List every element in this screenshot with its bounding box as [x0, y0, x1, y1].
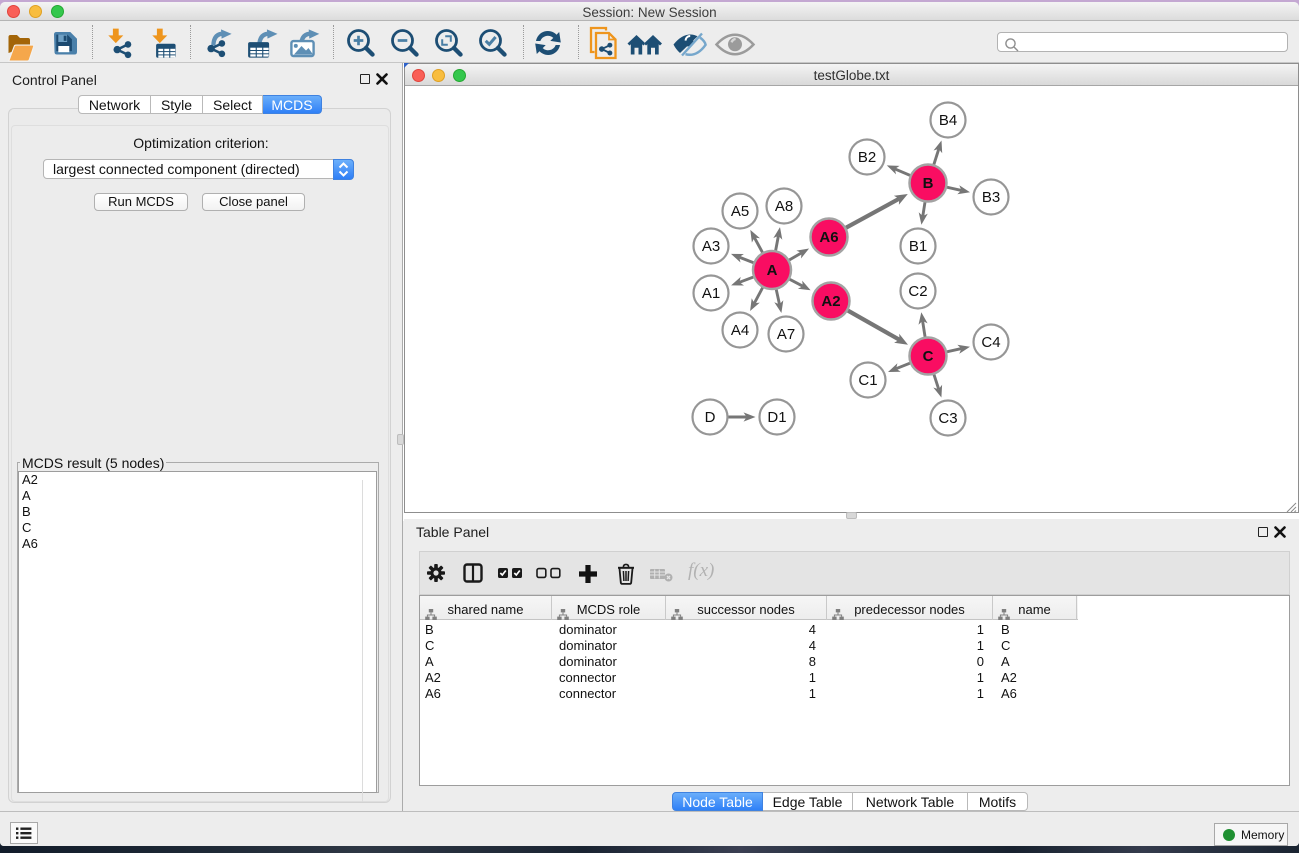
svg-text:A4: A4 — [731, 322, 749, 339]
svg-text:C4: C4 — [981, 334, 1000, 351]
svg-text:B: B — [923, 175, 934, 192]
svg-text:B1: B1 — [909, 238, 927, 255]
svg-text:A5: A5 — [731, 203, 749, 220]
svg-text:C1: C1 — [858, 372, 877, 389]
svg-text:B4: B4 — [939, 112, 957, 129]
svg-text:A: A — [767, 262, 778, 279]
svg-text:A8: A8 — [775, 198, 793, 215]
svg-text:C: C — [923, 348, 934, 365]
svg-text:B3: B3 — [982, 189, 1000, 206]
svg-text:C3: C3 — [938, 410, 957, 427]
svg-text:A7: A7 — [777, 326, 795, 343]
svg-text:A3: A3 — [702, 238, 720, 255]
svg-text:A6: A6 — [819, 229, 838, 246]
svg-text:C2: C2 — [908, 283, 927, 300]
svg-text:A1: A1 — [702, 285, 720, 302]
svg-text:D1: D1 — [767, 409, 786, 426]
svg-text:B2: B2 — [858, 149, 876, 166]
svg-text:A2: A2 — [821, 293, 840, 310]
svg-text:D: D — [705, 409, 716, 426]
